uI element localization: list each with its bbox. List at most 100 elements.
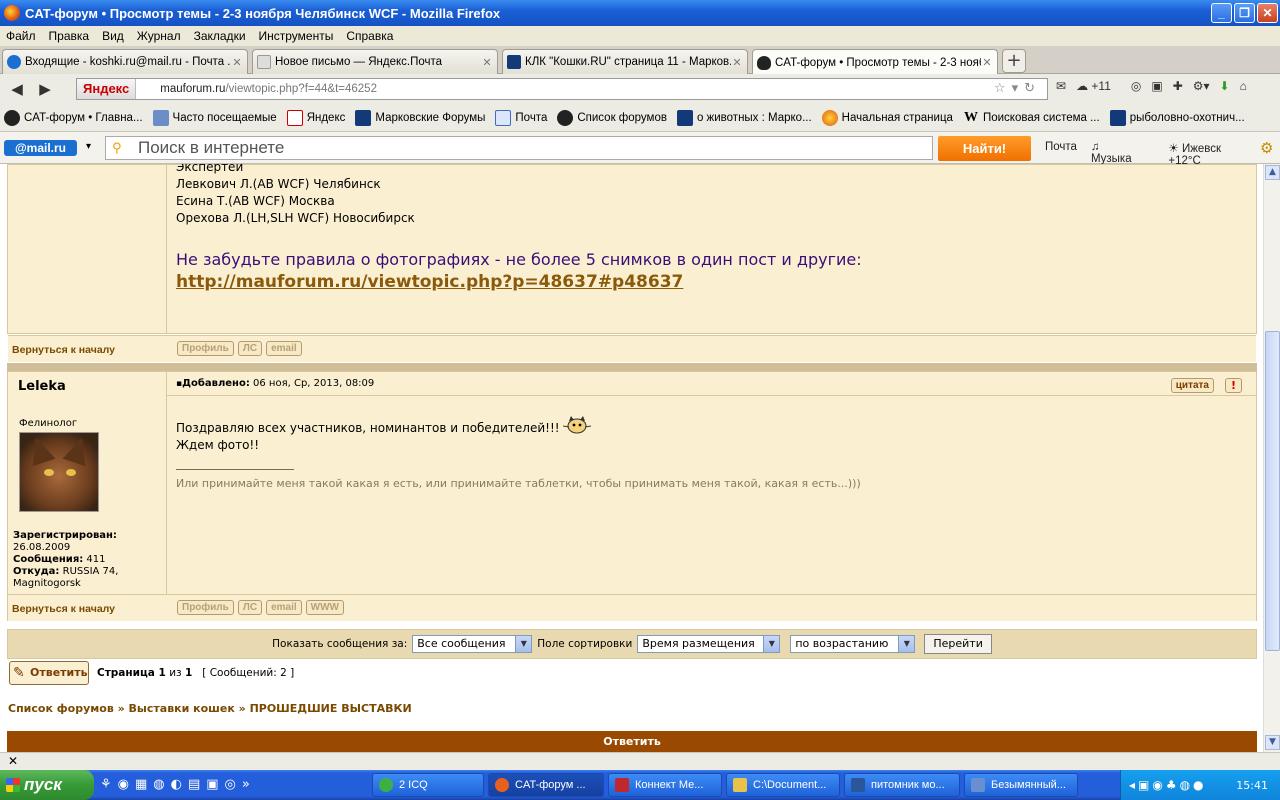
wikipedia-icon: W [963,109,978,125]
menu-help[interactable]: Справка [346,29,393,43]
breadcrumb-cat-shows[interactable]: Выставки кошек [129,702,235,715]
tab-close-icon[interactable]: ✕ [481,56,493,69]
flag-icon [507,55,521,69]
scroll-up-icon[interactable]: ▲ [1265,165,1280,180]
menu-history[interactable]: Журнал [137,29,181,43]
task-word[interactable]: питомник мо... [844,773,960,797]
profile-button[interactable]: Профиль [177,341,234,356]
photo-rules-text: Не забудьте правила о фотографиях - не б… [176,250,862,292]
bookmark-forum-list[interactable]: Список форумов [557,109,667,126]
gear-icon[interactable]: ⚙▾ [1193,79,1210,93]
post-previous: Экспертеи Левкович Л.(AB WCF) Челябинск … [7,164,1257,362]
close-button[interactable]: ✕ [1257,3,1278,23]
tab-cat-forum[interactable]: CAT-форум • Просмотр темы - 2-3 нояб... … [752,49,998,75]
gear-icon[interactable]: ⚙ [1260,139,1273,157]
back-arrow-icon[interactable]: ◀ [6,78,28,100]
post-line: Есина Т.(AB WCF) Москва [176,194,335,208]
bookmark-mail[interactable]: Почта [495,109,547,126]
bookmark-search[interactable]: W Поисковая система ... [963,110,1100,126]
url-text: mauforum.ru/viewtopic.php?f=44&t=46252 [160,83,377,95]
translate-icon[interactable]: ▣ [1151,79,1162,93]
new-tab-button[interactable]: + [1002,49,1026,73]
post-author[interactable]: Leleka [18,379,66,394]
cat-icon [557,109,574,126]
system-tray: ◂▣◉♣◍● 15:41 [1120,770,1280,800]
address-bar[interactable]: Яндекс mauforum.ru/viewtopic.php?f=44&t=… [76,78,1048,100]
minimize-button[interactable]: _ [1211,3,1232,23]
profile-button[interactable]: Профиль [177,600,234,615]
quick-launch-icons[interactable]: ⚘◉▦◍◐▤▣◎» [100,777,256,792]
addon-icon[interactable]: ◎ [1131,79,1141,93]
star-icon[interactable]: ☆▾↻ [994,81,1041,96]
bookmark-fishing[interactable]: рыболовно-охотнич... [1109,109,1245,126]
menu-file[interactable]: Файл [6,29,36,43]
home-icon[interactable]: ⌂ [1240,79,1247,93]
go-button[interactable]: Перейти [924,634,992,654]
post-line: Левкович Л.(AB WCF) Челябинск [176,177,381,191]
download-icon[interactable]: ⬇ [1220,79,1230,93]
scroll-thumb[interactable] [1265,331,1280,651]
www-button[interactable]: WWW [305,600,344,615]
vertical-scrollbar[interactable]: ▲ ▼ [1263,164,1280,752]
task-paint[interactable]: Безымянный... [964,773,1078,797]
forward-arrow-icon[interactable]: ▶ [34,78,56,100]
reply-button[interactable]: ✎ Ответить [9,661,89,685]
start-button[interactable]: пуск [0,770,94,800]
task-firefox[interactable]: CAT-форум ... [488,773,604,797]
status-bar: ✕ [0,752,1280,770]
search-input[interactable]: Поиск в интернете [105,136,933,160]
tab-close-icon[interactable]: ✕ [231,56,243,69]
close-icon[interactable]: ✕ [8,754,18,768]
menu-view[interactable]: Вид [102,29,124,43]
mailru-logo[interactable]: @mail.ru [4,140,77,156]
show-period-select[interactable]: Все сообщения ▼ [412,635,533,653]
firefox-icon [4,5,20,21]
bookmark-yandex[interactable]: Яндекс [286,109,345,126]
sort-field-select[interactable]: Время размещения ▼ [637,635,781,653]
tab-yandex-mail[interactable]: Новое письмо — Яндекс.Почта ✕ [252,49,498,74]
back-to-top-link[interactable]: Вернуться к началу [12,344,115,356]
bookmark-start-page[interactable]: Начальная страница [821,109,953,126]
pm-button[interactable]: ЛС [237,600,263,615]
post-body: Экспертеи Левкович Л.(AB WCF) Челябинск … [176,164,862,293]
task-icq[interactable]: 2 ICQ [372,773,484,797]
signature: Или принимайте меня такой какая я есть, … [176,477,861,490]
weather-icon[interactable]: ☁ +11 [1076,79,1121,93]
mail-icon[interactable]: ✉ [1056,79,1066,93]
search-button[interactable]: Найти! [938,136,1031,161]
email-button[interactable]: email [266,600,302,615]
bookmark-cat-forum[interactable]: CAT-форум • Главна... [4,109,143,126]
scroll-down-icon[interactable]: ▼ [1265,735,1280,750]
task-connect[interactable]: Коннект Ме... [608,773,722,797]
folder-icon [733,778,747,792]
tab-klk-koshki[interactable]: КЛК "Кошки.RU" страница 11 - Марков... ✕ [502,49,748,74]
sort-label: Поле сортировки [537,638,633,650]
back-to-top-link[interactable]: Вернуться к началу [12,603,115,615]
tab-close-icon[interactable]: ✕ [981,56,993,69]
rules-link[interactable]: http://mauforum.ru/viewtopic.php?p=48637… [176,272,683,292]
pm-button[interactable]: ЛС [237,341,263,356]
report-button[interactable]: ! [1225,378,1242,393]
breadcrumb-forum-list[interactable]: Список форумов [8,702,114,715]
sort-order-select[interactable]: по возрастанию ▼ [790,635,916,653]
email-button[interactable]: email [266,341,302,356]
tab-mail-inbox[interactable]: Входящие - koshki.ru@mail.ru - Почта ...… [2,49,248,74]
menu-tools[interactable]: Инструменты [259,29,334,43]
maximize-button[interactable]: ❐ [1234,3,1255,23]
breadcrumb-past-shows[interactable]: ПРОШЕДШИЕ ВЫСТАВКИ [250,702,412,715]
puzzle-icon[interactable]: ✚ [1173,79,1183,93]
bookmarks-bar: CAT-форум • Главна... Часто посещаемые Я… [0,104,1280,132]
bookmark-markovskie[interactable]: Марковские Форумы [355,109,485,126]
tab-close-icon[interactable]: ✕ [731,56,743,69]
task-explorer[interactable]: C:\Document... [726,773,840,797]
bookmark-animals[interactable]: о животных : Марко... [676,109,812,126]
bookmark-most-visited[interactable]: Часто посещаемые [152,109,277,126]
menu-bookmarks[interactable]: Закладки [194,29,246,43]
firefox-icon [821,109,838,126]
quote-button[interactable]: цитата [1170,378,1214,393]
signature-divider [176,469,294,470]
chevron-down-icon[interactable]: ▾ [86,141,91,152]
menu-edit[interactable]: Правка [49,29,90,43]
tray-icons[interactable]: ◂▣◉♣◍● [1129,778,1207,792]
quick-reply-bar[interactable]: Ответить [7,731,1257,752]
